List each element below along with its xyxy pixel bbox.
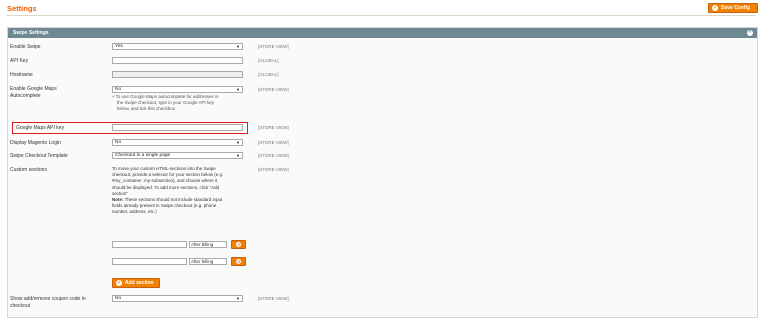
save-config-button[interactable]: ✓ Save Config	[708, 3, 758, 13]
swipe-checkout-template-select[interactable]: Checkout in a single page	[112, 152, 243, 159]
section-selector-input[interactable]	[112, 258, 187, 265]
hostname-label: Hostname	[10, 72, 33, 78]
scope-label: [STORE VIEW]	[258, 167, 289, 172]
scope-label: [STORE VIEW]	[258, 296, 289, 301]
scope-label: [GLOBAL]	[258, 58, 279, 63]
swipe-checkout-template-label: Swipe Checkout Template	[10, 153, 68, 159]
check-icon: ✓	[712, 5, 718, 11]
save-config-label: Save Config	[721, 5, 750, 11]
plus-icon: +	[116, 280, 122, 286]
page-header: Settings ✓ Save Config	[0, 0, 763, 16]
enable-swipe-label: Enable Swipe	[10, 44, 41, 50]
google-maps-autocomplete-select[interactable]: No	[112, 86, 243, 93]
note-line: number, address, etc.)	[112, 209, 157, 215]
section-position-select[interactable]: After billing	[189, 258, 227, 265]
scope-label: [STORE VIEW]	[258, 87, 289, 92]
page-title: Settings	[7, 4, 37, 13]
section-position-select[interactable]: After billing	[189, 241, 227, 248]
note-bold: Note:	[112, 197, 124, 203]
display-magento-login-select[interactable]: No	[112, 139, 243, 146]
add-section-button[interactable]: + Add section	[112, 278, 160, 288]
add-section-label: Add section	[125, 280, 154, 286]
display-magento-login-label: Display Magento Login	[10, 140, 61, 146]
google-maps-autocomplete-label-1: Enable Google Maps	[10, 86, 57, 92]
api-key-label: API Key	[10, 58, 29, 64]
section-selector-input[interactable]	[112, 241, 187, 248]
delete-icon: ⊖	[236, 259, 241, 264]
scope-label: [STORE VIEW]	[258, 44, 289, 49]
header-divider	[7, 15, 756, 16]
scope-label: [STORE VIEW]	[258, 140, 289, 145]
coupon-code-label-1: Show add/remove coupon code in	[10, 296, 86, 302]
google-maps-api-key-label: Google Maps API key	[16, 125, 65, 131]
delete-icon: ⊖	[236, 242, 241, 247]
note-text: These sections should not include standa…	[123, 197, 223, 203]
section-header[interactable]: Swipe Settings ^	[8, 28, 757, 38]
google-maps-autocomplete-label-2: Autocomplete	[10, 93, 41, 99]
scope-label: [GLOBAL]	[258, 72, 279, 77]
coupon-code-select[interactable]: No	[112, 295, 243, 302]
google-maps-note: » To use Google Maps autocomplete for ad…	[112, 94, 247, 113]
custom-sections-description: To move your custom HTML-sections into t…	[112, 166, 247, 216]
enable-swipe-select[interactable]: Yes	[112, 43, 243, 50]
custom-sections-label: Custom sections	[10, 167, 47, 173]
google-maps-api-key-input[interactable]	[112, 124, 243, 131]
section-title: Swipe Settings	[13, 30, 49, 36]
hostname-input[interactable]	[112, 71, 243, 78]
api-key-input[interactable]	[112, 57, 243, 64]
scope-label: [STORE VIEW]	[258, 125, 289, 130]
collapse-icon[interactable]: ^	[747, 30, 753, 36]
scope-label: [STORE VIEW]	[258, 153, 289, 158]
delete-section-button[interactable]: ⊖	[231, 257, 246, 266]
delete-section-button[interactable]: ⊖	[231, 240, 246, 249]
coupon-code-label-2: checkout	[10, 303, 31, 309]
note-line: below, and tick this checkbox	[117, 106, 176, 112]
